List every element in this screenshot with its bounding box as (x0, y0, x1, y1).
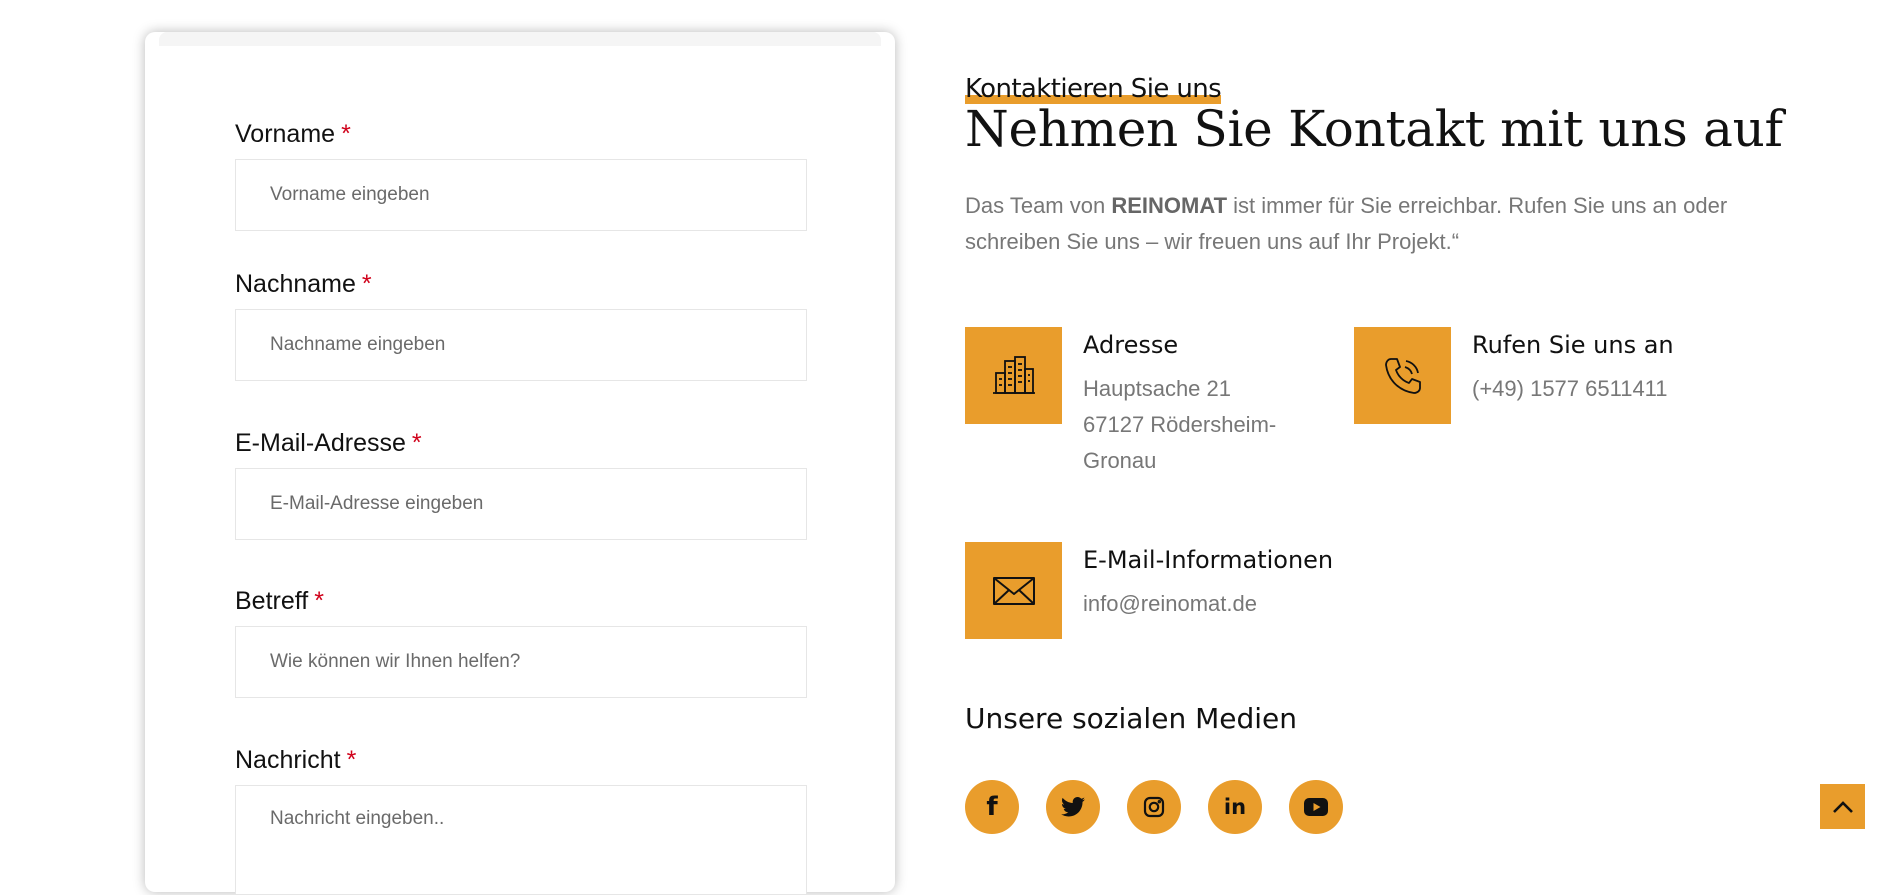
phone-icon (1354, 327, 1451, 424)
chevron-up-icon (1832, 800, 1853, 813)
email-label: E-Mail-Adresse * (235, 429, 422, 457)
card-top-strip (159, 32, 881, 46)
info-phone: Rufen Sie uns an (+49) 1577 6511411 (1354, 327, 1674, 424)
field-message: Nachricht * Nachricht eingeben.. (235, 746, 807, 895)
eyebrow: Kontaktieren Sie uns (965, 74, 1222, 104)
message-textarea[interactable]: Nachricht eingeben.. (235, 785, 807, 895)
eyebrow-text: Kontaktieren Sie uns (965, 74, 1222, 104)
required-marker: * (411, 429, 422, 457)
intro-paragraph: Das Team von REINOMAT ist immer für Sie … (965, 193, 1728, 254)
email-text: E-Mail-Informationen info@reinomat.de (1083, 546, 1333, 622)
field-first-name: Vorname * Vorname eingeben (235, 120, 807, 231)
required-marker: * (341, 120, 351, 148)
address-title: Adresse (1083, 331, 1179, 359)
social-title: Unsere sozialen Medien (965, 702, 1297, 735)
contact-form-card: Vorname * Vorname eingeben Nachname * Nach… (145, 32, 895, 895)
twitter-icon[interactable] (1046, 780, 1100, 834)
scroll-to-top-button[interactable] (1820, 784, 1865, 829)
field-email: E-Mail-Adresse * E-Mail-Adresse eingeben (235, 429, 807, 540)
page-headline: Nehmen Sie Kontakt mit uns auf (965, 100, 1783, 158)
required-marker: * (346, 746, 357, 774)
phone-number[interactable]: (+49) 1577 6511411 (1472, 371, 1674, 407)
brand-name: REINOMAT (1111, 193, 1228, 218)
address-line-2: 67127 Rödersheim-Gronau (1083, 412, 1277, 473)
last-name-input[interactable]: Nachname eingeben (235, 309, 807, 381)
message-label: Nachricht * (235, 746, 357, 774)
address-line-1: Hauptsache 21 (1083, 376, 1231, 401)
info-email: E-Mail-Informationen info@reinomat.de (965, 542, 1333, 639)
instagram-icon[interactable] (1127, 780, 1181, 834)
phone-title: Rufen Sie uns an (1472, 331, 1674, 359)
required-marker: * (361, 270, 372, 298)
last-name-label: Nachname * (235, 270, 372, 298)
facebook-icon[interactable]: f (965, 780, 1019, 834)
linkedin-icon[interactable]: in (1208, 780, 1262, 834)
envelope-icon (965, 542, 1062, 639)
email-title: E-Mail-Informationen (1083, 546, 1334, 574)
email-address[interactable]: info@reinomat.de (1083, 586, 1333, 622)
field-subject: Betreff * Wie können wir Ihnen helfen? (235, 587, 807, 698)
subject-label: Betreff * (235, 587, 324, 615)
first-name-label: Vorname * (235, 120, 351, 148)
youtube-icon[interactable] (1289, 780, 1343, 834)
subject-input[interactable]: Wie können wir Ihnen helfen? (235, 626, 807, 698)
phone-text: Rufen Sie uns an (+49) 1577 6511411 (1472, 331, 1674, 407)
address-text: Adresse Hauptsache 21 67127 Rödersheim-G… (1083, 331, 1293, 479)
email-input[interactable]: E-Mail-Adresse eingeben (235, 468, 807, 540)
first-name-input[interactable]: Vorname eingeben (235, 159, 807, 231)
info-address: Adresse Hauptsache 21 67127 Rödersheim-G… (965, 327, 1293, 479)
field-last-name: Nachname * Nachname eingeben (235, 270, 807, 381)
required-marker: * (314, 587, 324, 615)
social-links: f in (965, 780, 1370, 834)
building-icon (965, 327, 1062, 424)
